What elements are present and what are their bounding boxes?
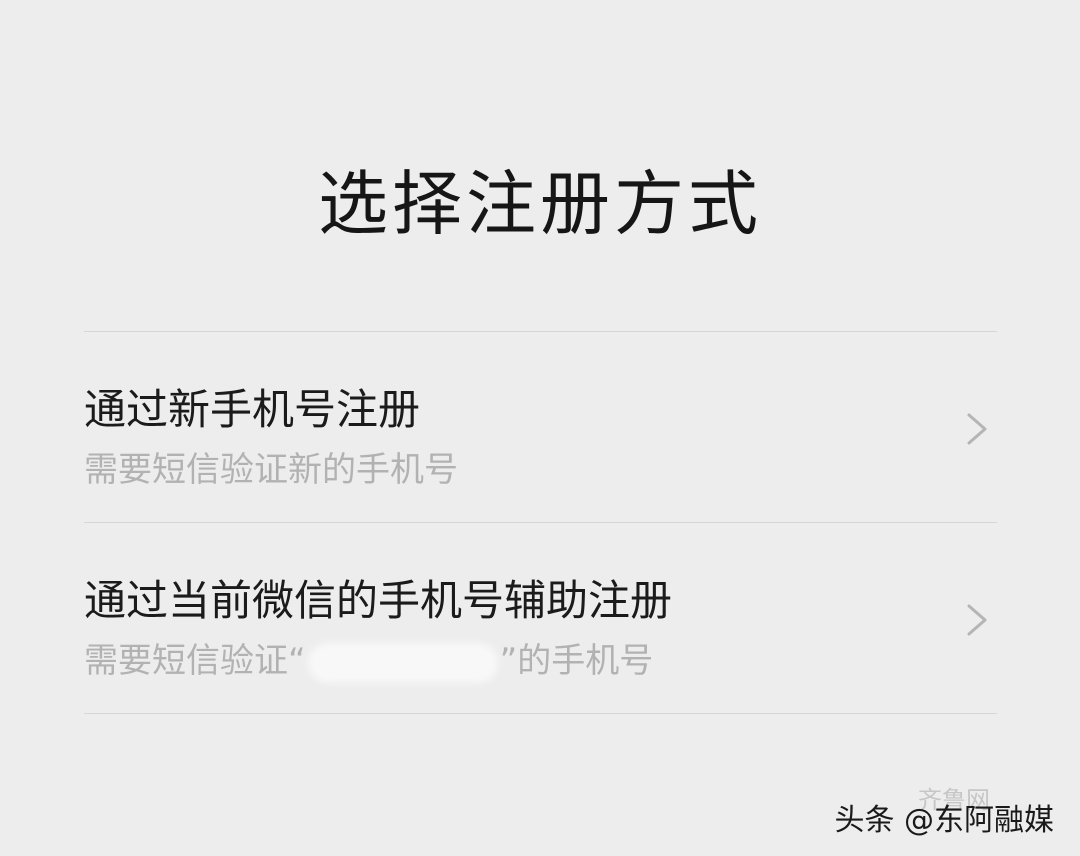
chevron-right-icon xyxy=(967,413,987,445)
option-title: 通过当前微信的手机号辅助注册 xyxy=(84,576,673,625)
option-subtitle: 需要短信验证“ ”的手机号 xyxy=(84,633,653,683)
option-subtitle: 需要短信验证新的手机号 xyxy=(84,450,458,490)
option-current-wechat-phone[interactable]: 通过当前微信的手机号辅助注册 需要短信验证“ ”的手机号 xyxy=(84,523,997,713)
registration-options: 通过新手机号注册 需要短信验证新的手机号 通过当前微信的手机号辅助注册 需要短信… xyxy=(84,331,997,714)
option-new-phone[interactable]: 通过新手机号注册 需要短信验证新的手机号 xyxy=(84,332,997,522)
blurred-name-mask xyxy=(307,642,498,683)
divider xyxy=(84,713,997,714)
page-title: 选择注册方式 xyxy=(318,163,762,245)
option-subtitle-prefix: 需要短信验证“ xyxy=(84,641,306,681)
option-title: 通过新手机号注册 xyxy=(84,385,421,434)
chevron-right-icon xyxy=(967,604,987,636)
option-subtitle-suffix: ”的手机号 xyxy=(499,641,654,681)
watermark: 头条 @东阿融媒 xyxy=(834,803,1054,838)
